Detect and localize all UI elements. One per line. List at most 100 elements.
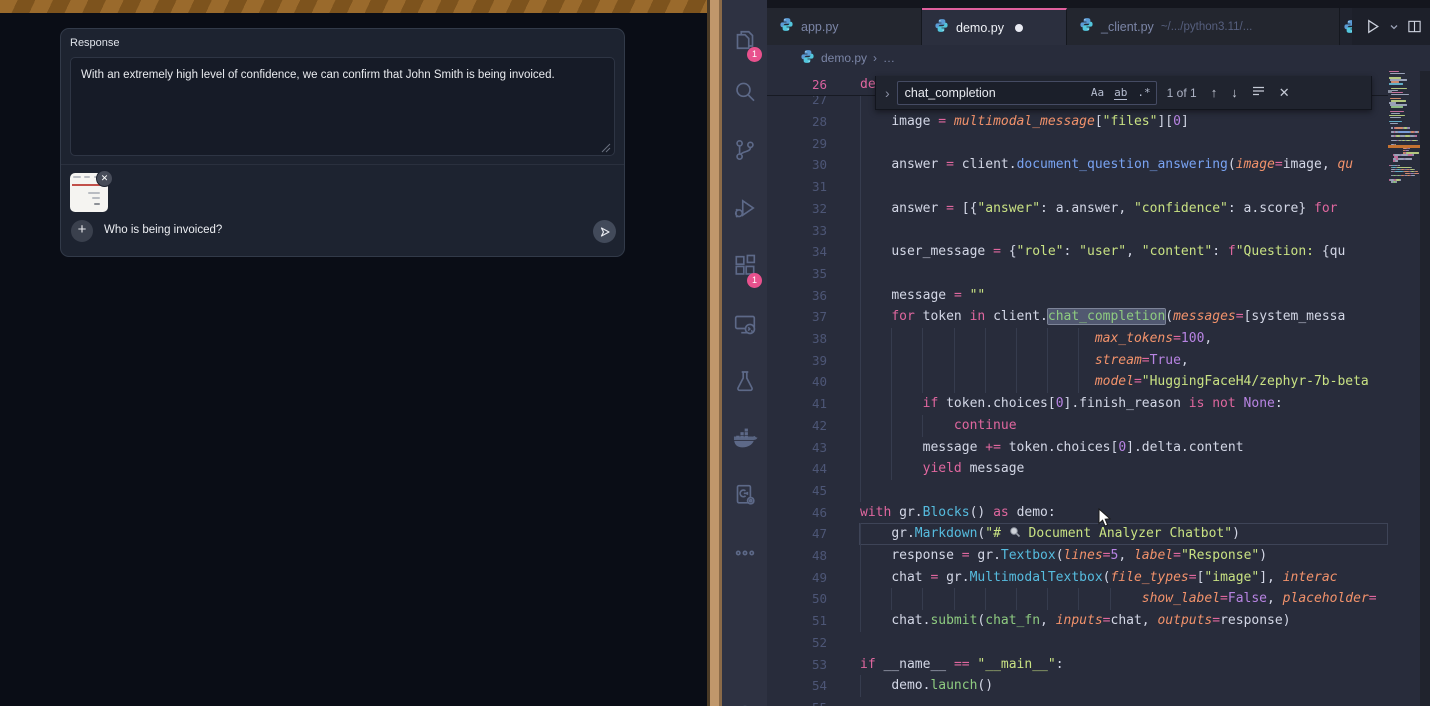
code-line-55[interactable]: 55 [767,697,1388,706]
breadcrumb-file[interactable]: demo.py [821,51,867,65]
activity-item-testing[interactable] [722,357,767,405]
line-number: 30 [767,154,827,176]
code-line-53[interactable]: 53if __name__ == "__main__": [767,654,1388,676]
line-number: 43 [767,437,827,459]
code-line-43[interactable]: 43 message += token.choices[0].delta.con… [767,437,1388,459]
code-line-33[interactable]: 33 [767,220,1388,242]
match-case-icon[interactable]: Aa [1086,86,1109,99]
code-line-46[interactable]: 46with gr.Blocks() as demo: [767,502,1388,524]
code-text: demo.launch() [860,675,993,697]
code-text: user_message = {"role": "user", "content… [860,241,1345,263]
line-number: 41 [767,393,827,415]
code-line-37[interactable]: 37 for token in client.chat_completion(m… [767,306,1388,328]
code-text: chat.submit(chat_fn, inputs=chat, output… [860,610,1291,632]
code-line-36[interactable]: 36 message = "" [767,285,1388,307]
add-attachment-button[interactable]: + [71,220,93,242]
code-line-47[interactable]: 47 gr.Markdown("# Document Analyzer Chat… [767,523,1388,545]
breadcrumb-more[interactable]: … [883,51,895,65]
code-line-31[interactable]: 31 [767,176,1388,198]
breadcrumb[interactable]: demo.py › … [767,45,1430,71]
code-line-28[interactable]: 28 image = multimodal_message["files"][0… [767,111,1388,133]
ellipsis-icon [733,541,757,565]
overview-ruler [1420,71,1430,706]
vscode-window: 11 app.pydemo.py_client.py~/.../python3.… [722,0,1430,706]
line-number: 28 [767,111,827,133]
code-editor[interactable]: 2728 image = multimodal_message["files"]… [767,71,1430,706]
response-textbox[interactable]: With an extremely high level of confiden… [70,57,615,156]
code-text: with gr.Blocks() as demo: [860,502,1056,524]
send-arrow-icon [599,226,611,238]
line-number: 39 [767,350,827,372]
activity-item-accounts[interactable] [722,692,767,706]
activity-item-remote-explorer[interactable] [722,300,767,348]
card-divider [61,164,624,165]
code-line-44[interactable]: 44 yield message [767,458,1388,480]
chat-input[interactable]: Who is being invoiced? [104,224,222,236]
line-number: 52 [767,632,827,654]
code-line-29[interactable]: 29 [767,133,1388,155]
remove-attachment-button[interactable]: ✕ [96,170,113,187]
code-line-52[interactable]: 52 [767,632,1388,654]
activity-item-run-debug[interactable] [722,184,767,232]
close-find-button[interactable]: ✕ [1279,85,1290,101]
previous-match-button[interactable]: ↑ [1211,85,1218,100]
code-line-41[interactable]: 41 if token.choices[0].finish_reason is … [767,393,1388,415]
send-button[interactable] [593,220,616,243]
code-line-32[interactable]: 32 answer = [{"answer": a.answer, "confi… [767,198,1388,220]
code-line-30[interactable]: 30 answer = client.document_question_ans… [767,154,1388,176]
activity-item-docker[interactable] [722,414,767,462]
activity-item-more[interactable] [722,529,767,577]
run-button[interactable] [1364,18,1381,35]
code-text: max_tokens=100, [860,328,1212,350]
code-line-45[interactable]: 45 [767,480,1388,502]
code-line-42[interactable]: 42 continue [767,415,1388,437]
toggle-replace-chevron-icon[interactable]: › [885,85,890,101]
resize-handle-icon[interactable] [601,142,611,152]
code-line-39[interactable]: 39 stream=True, [767,350,1388,372]
tab-_client.py[interactable]: _client.py~/.../python3.11/... [1067,8,1340,45]
python-icon [779,17,794,37]
code-line-49[interactable]: 49 chat = gr.MultimodalTextbox(file_type… [767,567,1388,589]
code-line-51[interactable]: 51 chat.submit(chat_fn, inputs=chat, out… [767,610,1388,632]
activity-item-search[interactable] [722,68,767,116]
line-number: 36 [767,285,827,307]
tab-label: app.py [801,20,839,34]
indent-guide [860,263,861,285]
titlebar-strip [767,0,1430,8]
code-text: show_label=False, placeholder= [860,588,1377,610]
code-text: if __name__ == "__main__": [860,654,1064,676]
code-line-54[interactable]: 54 demo.launch() [767,675,1388,697]
whole-word-icon[interactable]: ab [1109,86,1132,99]
minimap[interactable] [1388,71,1420,706]
activity-item-explorer[interactable]: 1 [722,16,767,64]
code-line-34[interactable]: 34 user_message = {"role": "user", "cont… [767,241,1388,263]
response-label: Response [70,37,120,49]
code-line-38[interactable]: 38 max_tokens=100, [767,328,1388,350]
python-icon [800,49,815,67]
code-line-35[interactable]: 35 [767,263,1388,285]
find-query-text: chat_completion [905,86,1086,100]
tab-demo.py[interactable]: demo.py [922,8,1067,45]
line-number: 48 [767,545,827,567]
window-titlebar-stripes [0,0,707,13]
indent-guide [860,133,861,155]
activity-item-extensions[interactable]: 1 [722,242,767,290]
regex-icon[interactable]: .* [1132,86,1155,99]
run-dropdown-button[interactable] [1389,22,1399,32]
activity-item-task-file[interactable] [722,471,767,519]
file-gear-icon [733,483,757,507]
activity-item-source-control[interactable] [722,126,767,174]
split-editor-button[interactable] [1407,19,1422,34]
beaker-icon [733,369,757,393]
code-line-48[interactable]: 48 response = gr.Textbox(lines=5, label=… [767,545,1388,567]
code-line-40[interactable]: 40 model="HuggingFaceH4/zephyr-7b-beta [767,371,1388,393]
next-match-button[interactable]: ↓ [1231,85,1238,100]
code-text: for token in client.chat_completion(mess… [860,306,1345,328]
plus-icon: + [78,221,87,238]
code-line-50[interactable]: 50 show_label=False, placeholder= [767,588,1388,610]
code-text: message += token.choices[0].delta.conten… [860,437,1244,459]
tab-app.py[interactable]: app.py [767,8,922,45]
find-in-selection-icon[interactable] [1252,85,1265,100]
find-input[interactable]: chat_completion Aa ab .* [897,81,1157,105]
chatbot-card: Response With an extremely high level of… [60,28,625,257]
